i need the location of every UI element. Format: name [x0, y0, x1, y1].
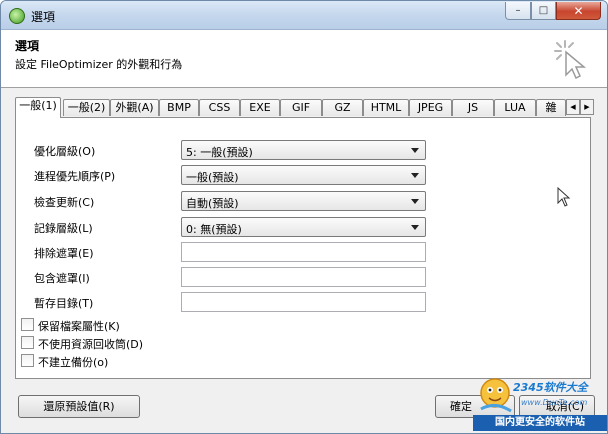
include-mask-input[interactable]	[181, 267, 426, 287]
exclude-mask-input[interactable]	[181, 242, 426, 262]
process-priority-select[interactable]: 一般(預設)	[181, 165, 426, 185]
log-level-value: 0: 無(預設)	[186, 223, 242, 236]
tab-scroll-left-icon[interactable]: ◀	[566, 99, 580, 115]
tab-html[interactable]: HTML	[363, 99, 409, 116]
exclude-mask-label: 排除遮罩(E)	[34, 247, 94, 260]
window-title: 選項	[31, 10, 56, 24]
tab-css[interactable]: CSS	[199, 99, 240, 116]
dialog-header: 選項 設定 FileOptimizer 的外觀和行為	[1, 30, 607, 88]
tab-general-1[interactable]: 一般(1)	[15, 97, 61, 118]
restore-defaults-button[interactable]: 還原預設值(R)	[18, 395, 140, 418]
close-button[interactable]: ✕	[556, 2, 601, 20]
no-backup-checkbox[interactable]	[21, 354, 34, 367]
header-subtitle: 設定 FileOptimizer 的外觀和行為	[15, 58, 183, 71]
watermark-url: www.DuoTe.com	[521, 398, 588, 407]
optimization-level-value: 5: 一般(預設)	[186, 146, 253, 159]
check-updates-select[interactable]: 自動(預設)	[181, 191, 426, 211]
tab-exe[interactable]: EXE	[240, 99, 280, 116]
tab-panel-general-1: 優化層級(O) 5: 一般(預設) 進程優先順序(P) 一般(預設) 檢查更新(…	[15, 117, 591, 379]
mouse-pointer-icon	[557, 187, 571, 207]
tab-bmp[interactable]: BMP	[159, 99, 199, 116]
log-level-label: 記錄層級(L)	[34, 222, 93, 235]
tab-gz[interactable]: GZ	[322, 99, 363, 116]
process-priority-label: 進程優先順序(P)	[34, 170, 116, 183]
tab-appearance[interactable]: 外觀(A)	[110, 99, 159, 116]
tab-lua[interactable]: LUA	[494, 99, 536, 116]
include-mask-label: 包含遮罩(I)	[34, 272, 90, 285]
watermark-brand: 2345软件大全	[513, 381, 588, 394]
tab-jpeg[interactable]: JPEG	[409, 99, 452, 116]
tab-gif[interactable]: GIF	[280, 99, 322, 116]
app-icon	[9, 8, 25, 24]
process-priority-value: 一般(預設)	[186, 171, 239, 184]
optimization-level-label: 優化層級(O)	[34, 145, 96, 158]
log-level-select[interactable]: 0: 無(預設)	[181, 217, 426, 237]
watermark-slogan: 国内更安全的软件站	[473, 415, 607, 431]
no-recycle-bin-label[interactable]: 不使用資源回收筒(D)	[38, 336, 143, 352]
dropdown-arrow-icon	[411, 225, 419, 230]
check-updates-label: 檢查更新(C)	[34, 196, 95, 209]
tab-js[interactable]: JS	[452, 99, 494, 116]
temp-dir-input[interactable]	[181, 292, 426, 312]
title-bar[interactable]: 選項 – □ ✕	[1, 1, 607, 30]
minimize-button[interactable]: –	[505, 2, 531, 20]
options-dialog: 選項 – □ ✕ 選項 設定 FileOptimizer 的外觀和行為 一般(1…	[0, 0, 608, 434]
tab-scroll-right-icon[interactable]: ▶	[580, 99, 594, 115]
tab-general-2[interactable]: 一般(2)	[63, 99, 110, 116]
dropdown-arrow-icon	[411, 173, 419, 178]
click-cursor-icon	[554, 40, 587, 80]
maximize-button[interactable]: □	[531, 2, 556, 20]
tab-misc[interactable]: 雜	[536, 99, 566, 116]
tab-strip: 一般(1) 一般(2) 外觀(A) BMP CSS EXE GIF GZ HTM…	[15, 97, 595, 118]
dropdown-arrow-icon	[411, 148, 419, 153]
check-updates-value: 自動(預設)	[186, 197, 239, 210]
optimization-level-select[interactable]: 5: 一般(預設)	[181, 140, 426, 160]
no-recycle-bin-checkbox[interactable]	[21, 336, 34, 349]
no-backup-label[interactable]: 不建立備份(o)	[38, 354, 108, 370]
keep-attributes-label[interactable]: 保留檔案屬性(K)	[38, 318, 120, 334]
keep-attributes-checkbox[interactable]	[21, 318, 34, 331]
dropdown-arrow-icon	[411, 199, 419, 204]
header-title: 選項	[15, 39, 40, 53]
temp-dir-label: 暫存目錄(T)	[34, 297, 94, 310]
